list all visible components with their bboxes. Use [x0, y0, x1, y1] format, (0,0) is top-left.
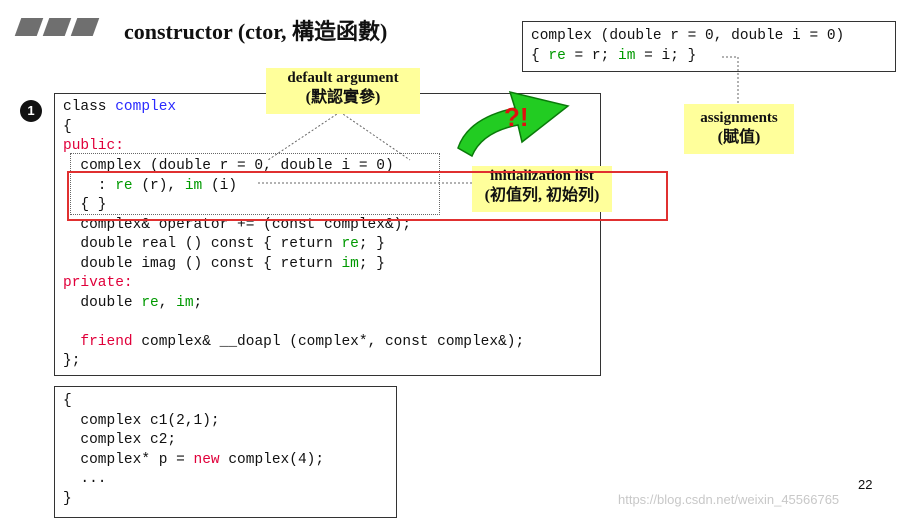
- page-number: 22: [858, 477, 873, 492]
- default-argument-label-zh: (默認實參): [305, 89, 381, 106]
- initialization-highlight-box: [67, 171, 668, 221]
- watermark: https://blog.csdn.net/weixin_45566765: [618, 492, 840, 507]
- assignments-callout: assignments (賦值): [684, 104, 794, 154]
- default-argument-callout: default argument (默認實參): [266, 68, 420, 114]
- default-arg-leader-left: [267, 111, 341, 161]
- assignments-label: assignments: [700, 110, 778, 126]
- arrow-label: ?!: [504, 102, 529, 132]
- assignments-label-zh: (賦值): [717, 129, 761, 146]
- default-arg-leader-right: [339, 111, 411, 161]
- default-argument-label: default argument: [287, 70, 399, 86]
- annotation-overlay: ?!: [258, 56, 739, 184]
- assignments-leader: [722, 56, 739, 104]
